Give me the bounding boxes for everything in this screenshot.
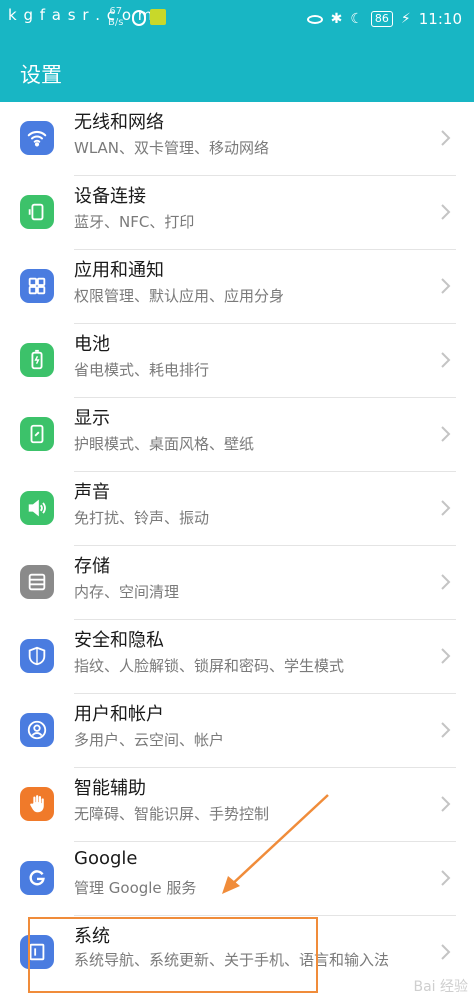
- wifi-icon: [20, 121, 54, 155]
- app-notification-icon: [150, 9, 166, 25]
- settings-item-title: 电池: [74, 334, 110, 355]
- status-right: ✱ ☾ 86 ⚡ 11:10: [306, 10, 462, 28]
- settings-item-subtitle: 护眼模式、桌面风格、壁纸: [74, 435, 255, 453]
- settings-item-title: 用户和帐户: [74, 704, 164, 725]
- chevron-right-icon: [441, 648, 451, 664]
- settings-item-subtitle: 免打扰、铃声、振动: [74, 509, 210, 527]
- battery-icon: [20, 343, 54, 377]
- network-speed: 67 B/s: [108, 6, 123, 28]
- settings-item-subtitle: 内存、空间清理: [74, 583, 180, 601]
- storage-icon: [20, 565, 54, 599]
- settings-item-users[interactable]: 用户和帐户 多用户、云空间、帐户: [0, 694, 474, 768]
- eye-comfort-icon: [306, 14, 323, 24]
- settings-item-subtitle: 蓝牙、NFC、打印: [74, 213, 195, 231]
- settings-item-title: 无线和网络: [74, 112, 164, 133]
- network-speed-value: 67: [109, 6, 123, 17]
- settings-item-sound[interactable]: 声音 免打扰、铃声、振动: [0, 472, 474, 546]
- settings-item-title: 显示: [74, 408, 110, 429]
- settings-item-subtitle: 无障碍、智能识屏、手势控制: [74, 805, 270, 823]
- apps-grid-icon: [20, 269, 54, 303]
- settings-item-title: 声音: [74, 482, 110, 503]
- settings-item-subtitle: WLAN、双卡管理、移动网络: [74, 139, 270, 157]
- chevron-right-icon: [441, 278, 451, 294]
- bluetooth-icon: ✱: [330, 11, 343, 27]
- chevron-right-icon: [441, 352, 451, 368]
- hand-icon: [20, 787, 54, 821]
- network-speed-unit: B/s: [108, 17, 124, 28]
- settings-item-display[interactable]: 显示 护眼模式、桌面风格、壁纸: [0, 398, 474, 472]
- settings-item-title: 设备连接: [74, 186, 146, 207]
- settings-item-title: 智能辅助: [74, 778, 146, 799]
- settings-list: 无线和网络 WLAN、双卡管理、移动网络 设备连接 蓝牙、NFC、打印 应用和通…: [0, 102, 474, 990]
- device-connect-icon: [20, 195, 54, 229]
- speaker-icon: [20, 491, 54, 525]
- settings-item-google[interactable]: Google 管理 Google 服务: [0, 842, 474, 916]
- highlight-box: [28, 917, 318, 993]
- settings-item-wireless[interactable]: 无线和网络 WLAN、双卡管理、移动网络: [0, 102, 474, 176]
- display-icon: [20, 417, 54, 451]
- status-bar: k g f a s r . c o m 67 B/s ✱ ☾ 86 ⚡ 11:1…: [0, 0, 474, 44]
- settings-item-title: 应用和通知: [74, 260, 164, 281]
- settings-item-subtitle: 指纹、人脸解锁、锁屏和密码、学生模式: [74, 657, 345, 675]
- moon-icon: ☾: [350, 11, 363, 27]
- chevron-right-icon: [441, 574, 451, 590]
- settings-item-title: 安全和隐私: [74, 630, 164, 651]
- google-icon: [20, 861, 54, 895]
- settings-item-title: 存储: [74, 556, 110, 577]
- settings-item-device-connection[interactable]: 设备连接 蓝牙、NFC、打印: [0, 176, 474, 250]
- settings-item-subtitle: 多用户、云空间、帐户: [74, 731, 225, 749]
- shield-icon: [20, 639, 54, 673]
- settings-item-security[interactable]: 安全和隐私 指纹、人脸解锁、锁屏和密码、学生模式: [0, 620, 474, 694]
- watermark: Bai 经验: [413, 979, 468, 995]
- chevron-right-icon: [441, 500, 451, 516]
- chevron-right-icon: [441, 204, 451, 220]
- user-icon: [20, 713, 54, 747]
- chevron-right-icon: [441, 870, 451, 886]
- chevron-right-icon: [441, 722, 451, 738]
- settings-item-apps[interactable]: 应用和通知 权限管理、默认应用、应用分身: [0, 250, 474, 324]
- settings-item-title: Google: [74, 848, 138, 869]
- clock: 11:10: [418, 10, 462, 28]
- chevron-right-icon: [441, 796, 451, 812]
- settings-item-storage[interactable]: 存储 内存、空间清理: [0, 546, 474, 620]
- settings-item-subtitle: 权限管理、默认应用、应用分身: [74, 287, 285, 305]
- settings-item-subtitle: 管理 Google 服务: [74, 879, 197, 897]
- battery-level: 86: [370, 11, 393, 27]
- charging-icon: ⚡: [400, 11, 411, 27]
- settings-item-smart-assist[interactable]: 智能辅助 无障碍、智能识屏、手势控制: [0, 768, 474, 842]
- settings-item-battery[interactable]: 电池 省电模式、耗电排行: [0, 324, 474, 398]
- chevron-right-icon: [441, 130, 451, 146]
- settings-item-subtitle: 省电模式、耗电排行: [74, 361, 210, 379]
- notification-icon: [132, 10, 146, 26]
- chevron-right-icon: [441, 426, 451, 442]
- app-header: 设置: [0, 44, 474, 102]
- chevron-right-icon: [441, 944, 451, 960]
- page-title: 设置: [20, 63, 62, 87]
